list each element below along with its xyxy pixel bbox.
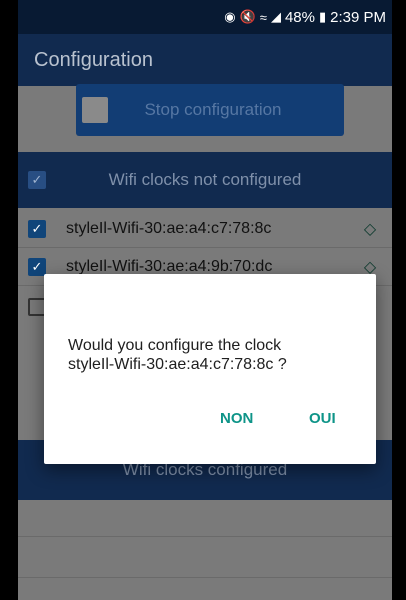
signal-icon: ◢ (270, 9, 281, 24)
battery-percent: 48% (284, 8, 315, 26)
non-button[interactable]: NON (220, 410, 253, 427)
wifi-icon: ◇ (363, 221, 377, 238)
not-configured-label: Wifi clocks not configured (108, 170, 302, 189)
mute-icon: 🔇 (239, 9, 256, 24)
confirm-dialog: Would you configure the clock styleIl-Wi… (44, 274, 376, 464)
clock-checkbox[interactable]: ✓ (28, 258, 46, 276)
select-all-checkbox[interactable]: ✓ (28, 171, 46, 189)
status-time: 2:39 PM (330, 8, 386, 26)
app-bar: Configuration (18, 34, 392, 86)
oui-button[interactable]: OUI (309, 410, 336, 427)
dialog-message-line1: Would you configure the clock (68, 337, 282, 354)
app-screen: ◉ 🔇 ≈ ◢ 48% ▮ 2:39 PM Configuration Stop… (18, 0, 392, 600)
battery-icon: ▮ (318, 9, 327, 24)
clock-name: styleIl-Wifi-30:ae:a4:c7:78:8c (66, 220, 272, 237)
clock-checkbox[interactable]: ✓ (28, 220, 46, 238)
wifi-icon: ≈ (259, 9, 267, 25)
divider (18, 247, 392, 248)
page-title: Configuration (34, 48, 153, 71)
location-icon: ◉ (224, 9, 236, 24)
stop-configuration-label: Stop configuration (144, 100, 282, 119)
list-item (18, 537, 392, 577)
dialog-message-line2: styleIl-Wifi-30:ae:a4:c7:78:8c ? (68, 356, 287, 373)
stop-configuration-button[interactable]: Stop configuration (76, 84, 344, 136)
stop-checkbox[interactable] (82, 97, 108, 123)
divider (18, 577, 392, 578)
dialog-message: Would you configure the clock styleIl-Wi… (68, 336, 358, 374)
not-configured-header[interactable]: ✓ Wifi clocks not configured (18, 152, 392, 208)
list-item[interactable]: ✓ styleIl-Wifi-30:ae:a4:c7:78:8c ◇ (18, 212, 392, 246)
list-item (18, 500, 392, 536)
status-bar: ◉ 🔇 ≈ ◢ 48% ▮ 2:39 PM (18, 0, 392, 34)
